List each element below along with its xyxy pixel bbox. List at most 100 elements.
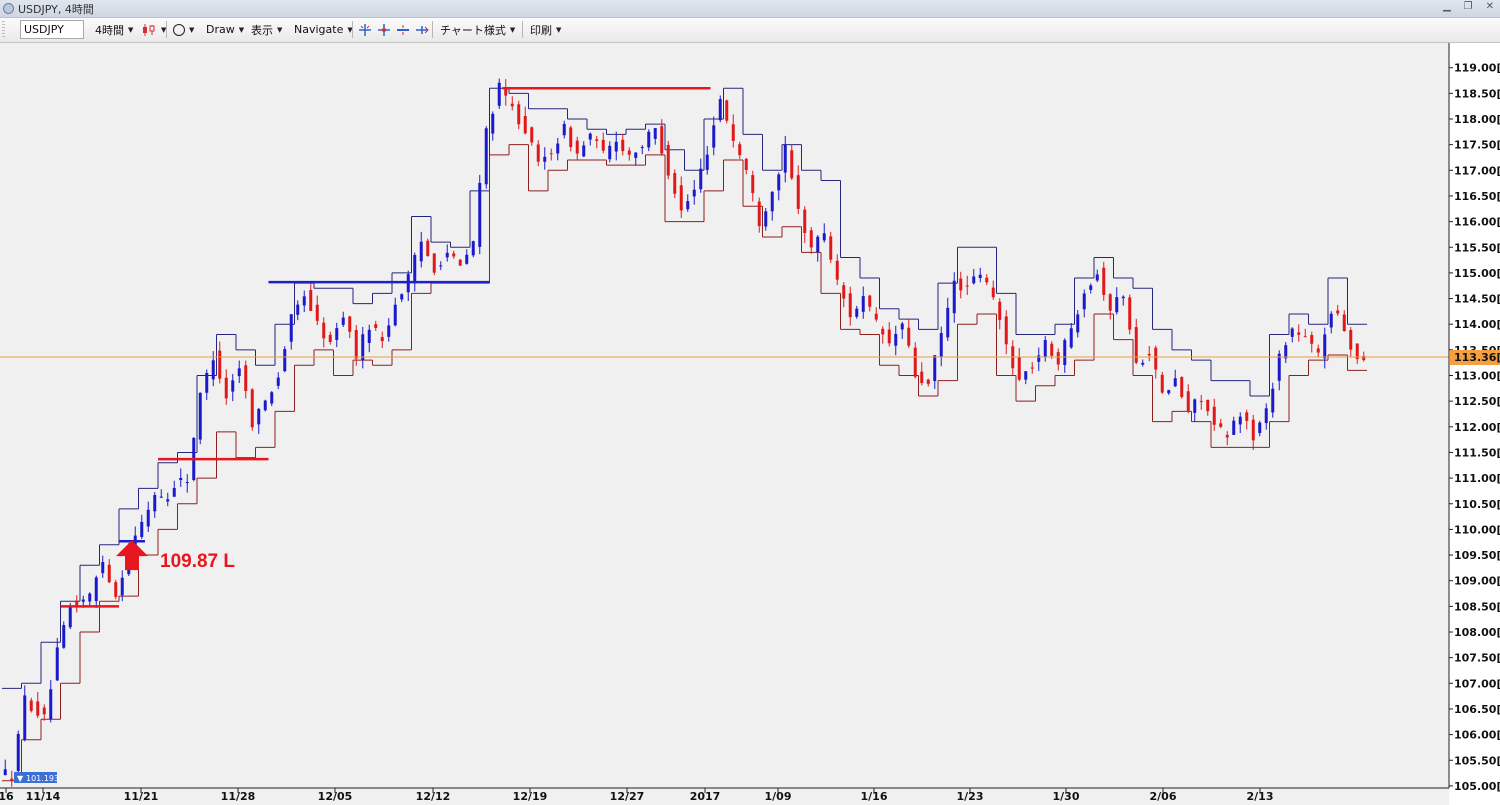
time-tick-label: 2/06 bbox=[1150, 790, 1177, 803]
candle-up bbox=[393, 304, 397, 326]
candle-up bbox=[81, 599, 85, 602]
candle-up bbox=[270, 392, 274, 404]
price-tick-label: 119.00[0 bbox=[1454, 62, 1500, 75]
candle-up bbox=[263, 400, 267, 411]
time-tick-label: 1/16 bbox=[861, 790, 888, 803]
candle-up bbox=[952, 280, 956, 314]
price-tick-label: 114.00[0 bbox=[1454, 318, 1500, 331]
candle-up bbox=[647, 131, 651, 148]
candle-down bbox=[315, 304, 319, 321]
print-menu[interactable]: 印刷 ▼ bbox=[527, 20, 564, 39]
navigate-menu[interactable]: Navigate ▼ bbox=[291, 20, 356, 39]
candle-down bbox=[1004, 316, 1008, 345]
shape-tool-button[interactable]: ▼ bbox=[170, 20, 197, 39]
candle-up bbox=[146, 509, 150, 527]
price-axis-ticks: 119.00[0 118.50[0 118.00[0 117.50[0 117.00[0… bbox=[1449, 62, 1500, 793]
candle-up bbox=[608, 145, 612, 160]
timeframe-dropdown[interactable]: 4時間 ▼ bbox=[92, 20, 136, 39]
chevron-down-icon: ▼ bbox=[128, 25, 134, 34]
candle-down bbox=[842, 285, 846, 299]
candle-up bbox=[257, 408, 261, 425]
draw-menu-label: Draw bbox=[206, 23, 235, 36]
candle-up bbox=[1095, 274, 1099, 281]
candle-up bbox=[296, 304, 300, 315]
candle-up bbox=[55, 647, 59, 681]
candle-up bbox=[101, 562, 105, 574]
candle-down bbox=[29, 700, 33, 711]
price-chart[interactable]: 119.00[0 118.50[0 118.00[0 117.50[0 117.00[0… bbox=[0, 43, 1500, 805]
candle-down bbox=[673, 173, 677, 194]
candle-up bbox=[764, 211, 768, 227]
zoom-out-button[interactable] bbox=[393, 20, 413, 39]
plot-area[interactable] bbox=[0, 43, 1449, 805]
candle-up bbox=[302, 296, 306, 306]
candle-up bbox=[946, 307, 950, 338]
candle-down bbox=[959, 278, 963, 291]
candle-down bbox=[1180, 376, 1184, 398]
restore-icon[interactable]: ❐ bbox=[1464, 1, 1473, 12]
candle-down bbox=[36, 701, 40, 716]
price-tick-label: 112.50[0 bbox=[1454, 395, 1500, 408]
candle-up bbox=[1284, 345, 1288, 359]
time-tick-label: 12/05 bbox=[318, 790, 353, 803]
toolbar-grip[interactable] bbox=[2, 21, 5, 38]
candle-down bbox=[114, 582, 118, 597]
price-tick-label: 107.50[0 bbox=[1454, 652, 1500, 665]
candle-down bbox=[1199, 400, 1203, 402]
autoscroll-button[interactable] bbox=[412, 20, 432, 39]
candle-up bbox=[439, 265, 443, 267]
price-tick-label: 106.00[0 bbox=[1454, 729, 1500, 742]
candle-up bbox=[237, 368, 241, 377]
price-tick-label: 108.50[0 bbox=[1454, 600, 1500, 613]
close-icon[interactable]: ✕ bbox=[1486, 1, 1494, 12]
chart-style-menu[interactable]: チャート様式 ▼ bbox=[437, 20, 518, 39]
price-tick-label: 111.50[0 bbox=[1454, 446, 1500, 459]
minimize-icon[interactable]: ▁ bbox=[1443, 1, 1451, 12]
candle-down bbox=[536, 144, 540, 162]
candle-down bbox=[432, 253, 436, 273]
circle-icon bbox=[173, 23, 185, 36]
candle-up bbox=[543, 156, 547, 162]
candle-down bbox=[881, 328, 885, 335]
candle-up bbox=[699, 168, 703, 190]
low-marker-icon: ▼ bbox=[17, 774, 24, 783]
price-tick-label: 113.00[0 bbox=[1454, 370, 1500, 383]
candle-up bbox=[1258, 422, 1262, 434]
candle-down bbox=[809, 230, 813, 248]
candle-up bbox=[1193, 399, 1197, 413]
candle-up bbox=[159, 496, 163, 498]
candle-down bbox=[985, 277, 989, 283]
draw-menu[interactable]: Draw ▼ bbox=[203, 20, 247, 39]
candle-up bbox=[1264, 408, 1268, 424]
candle-down bbox=[107, 564, 111, 583]
candle-down bbox=[829, 236, 833, 260]
candle-down bbox=[75, 600, 79, 606]
candle-up bbox=[562, 123, 566, 136]
candle-down bbox=[790, 150, 794, 179]
chart-type-button[interactable]: ▼ bbox=[138, 20, 169, 39]
candle-down bbox=[1297, 332, 1301, 335]
candle-down bbox=[309, 290, 313, 311]
candle-down bbox=[1349, 330, 1353, 350]
view-menu[interactable]: 表示 ▼ bbox=[248, 20, 285, 39]
candle-up bbox=[556, 143, 560, 154]
candle-down bbox=[848, 293, 852, 318]
candle-up bbox=[413, 254, 417, 284]
symbol-selector[interactable]: USDJPY bbox=[20, 20, 84, 39]
candle-up bbox=[1232, 420, 1236, 435]
annotation-label: 109.87 L bbox=[160, 551, 235, 572]
print-menu-label: 印刷 bbox=[530, 23, 552, 37]
candle-up bbox=[770, 191, 774, 212]
candle-up bbox=[140, 521, 144, 537]
zoom-in-button[interactable] bbox=[374, 20, 394, 39]
candle-down bbox=[1050, 343, 1054, 356]
low-marker: ▼ 101.193 bbox=[14, 772, 59, 783]
price-tick-label: 117.00[0 bbox=[1454, 164, 1500, 177]
time-tick-label: 2/13 bbox=[1247, 790, 1274, 803]
candle-down bbox=[224, 377, 228, 399]
price-tick-label: 118.00[0 bbox=[1454, 113, 1500, 126]
crosshair-button[interactable] bbox=[355, 20, 375, 39]
candle-up bbox=[419, 241, 423, 262]
time-tick-label: 12/27 bbox=[610, 790, 645, 803]
candle-down bbox=[920, 371, 924, 384]
